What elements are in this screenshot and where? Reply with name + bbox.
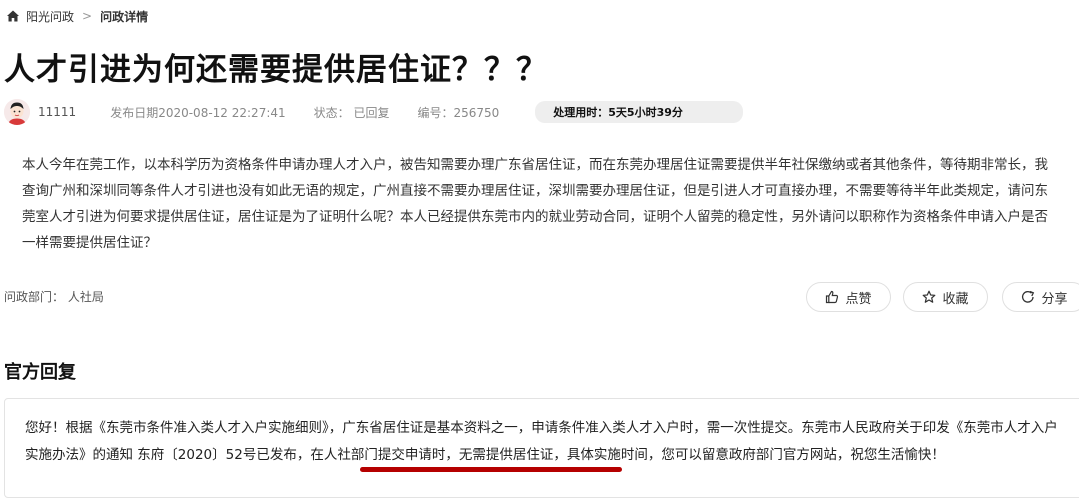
favorite-button[interactable]: 收藏 [903,282,988,312]
thumbs-up-icon [826,290,839,304]
highlight-underline [360,467,622,472]
avatar-icon [4,99,30,125]
publish-date: 发布日期2020-08-12 22:27:41 [110,105,286,120]
star-icon [923,290,936,303]
department-label: 问政部门： 人社局 [4,290,104,304]
favorite-label: 收藏 [942,291,969,307]
like-button[interactable]: 点赞 [806,282,891,312]
post-meta: 11111 发布日期2020-08-12 22:27:41 状态： 已回复 编号… [4,96,743,128]
breadcrumb-root-link[interactable]: 阳光问政 [26,8,74,25]
breadcrumb-current: 问政详情 [100,9,149,24]
share-button[interactable]: 分享 [1002,282,1079,312]
post-number: 编号：256750 [417,105,500,120]
share-label: 分享 [1041,291,1068,307]
breadcrumb: 阳光问政 > 问政详情 [6,6,148,26]
question-body: 本人今年在莞工作，以本科学历为资格条件申请办理人才入户，被告知需要办理广东省居住… [22,157,1048,251]
status-text: 状态： 已回复 [313,105,390,120]
share-icon [1022,290,1035,303]
home-icon[interactable] [6,9,20,23]
breadcrumb-separator: > [82,9,93,23]
processing-time-badge: 处理用时：5天5小时39分 [535,101,743,123]
like-label: 点赞 [845,291,872,307]
official-reply-box: 您好！根据《东莞市条件准入类人才入户实施细则》，广东省居住证是基本资料之一，申请… [4,398,1079,498]
author-name: 11111 [38,105,77,119]
avatar [4,99,30,125]
page-title: 人才引进为何还需要提供居住证？？？ [4,52,548,88]
official-reply-text: 您好！根据《东莞市条件准入类人才入户实施细则》，广东省居住证是基本资料之一，申请… [25,420,1058,463]
official-reply-heading: 官方回复 [4,362,76,383]
